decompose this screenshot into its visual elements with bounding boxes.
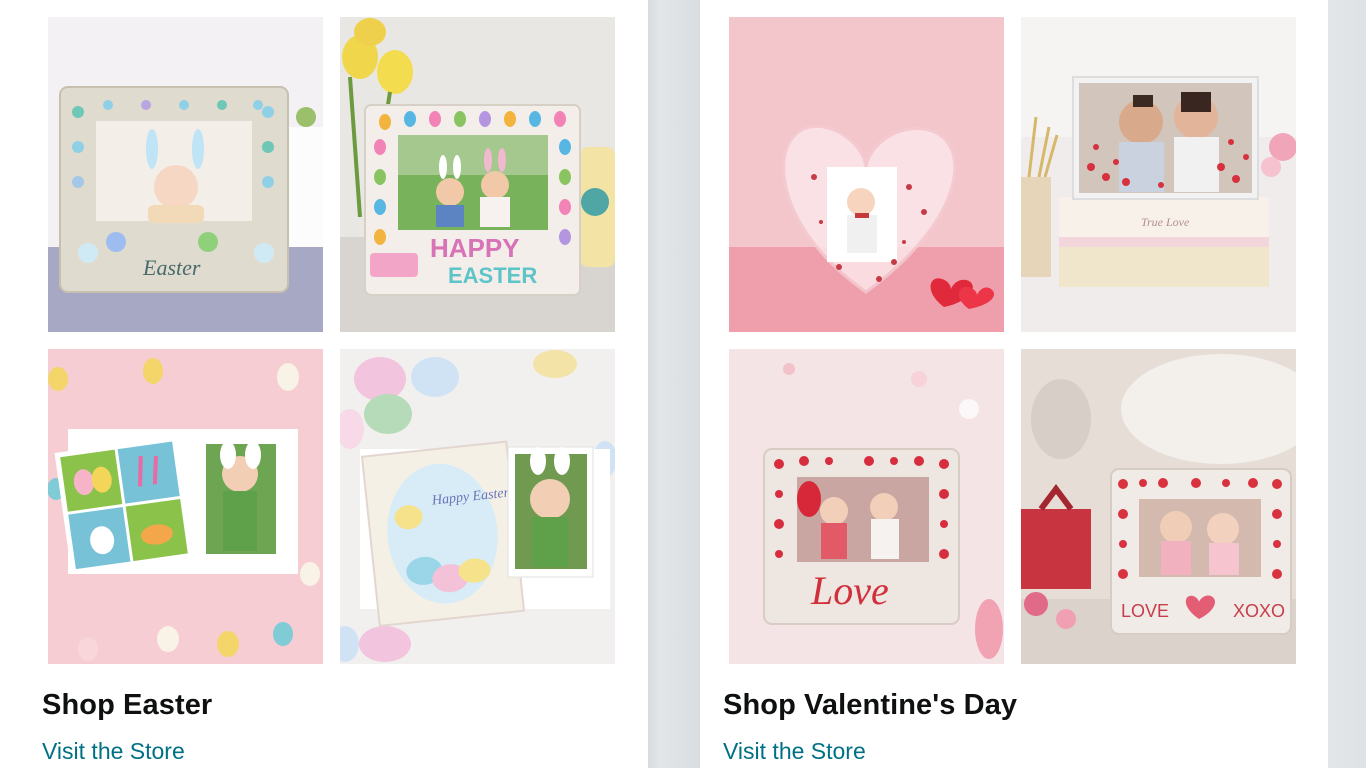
easter-card-girl-image: [48, 349, 323, 664]
easter-product-image-3[interactable]: [48, 349, 323, 664]
valentine-product-image-4[interactable]: LOVE XOXO: [1021, 349, 1296, 664]
valentine-product-image-2[interactable]: True Love: [1021, 17, 1296, 332]
easter-happy-frame-image: HAPPY EASTER: [340, 17, 615, 332]
book-text: True Love: [1141, 215, 1190, 229]
happy-text: HAPPY: [430, 233, 520, 263]
valentine-heart-globe-image: [729, 17, 1004, 332]
easter-product-image-1[interactable]: Easter: [48, 17, 323, 332]
valentine-xoxo-frame-image: LOVE XOXO: [1021, 349, 1296, 664]
shop-easter-title: Shop Easter: [42, 689, 213, 721]
easter-chick-card-image: Happy Easter: [340, 349, 615, 664]
love-label-text: LOVE: [1121, 601, 1169, 621]
love-text: Love: [810, 568, 889, 613]
easter-visit-store-link[interactable]: Visit the Store: [42, 738, 185, 765]
easter-frame-baby-image: Easter: [48, 17, 323, 332]
valentine-product-image-1[interactable]: [729, 17, 1004, 332]
valentine-visit-store-link[interactable]: Visit the Store: [723, 738, 866, 765]
shop-easter-card: Easter HAPPY EASTER Happy Easter Shop Ea…: [0, 0, 648, 768]
shop-valentines-title: Shop Valentine's Day: [723, 689, 1018, 721]
easter-text: EASTER: [448, 263, 537, 288]
easter-product-image-4[interactable]: Happy Easter: [340, 349, 615, 664]
xoxo-text: XOXO: [1233, 601, 1285, 621]
valentine-love-frame-image: Love: [729, 349, 1004, 664]
shop-valentines-card: True Love Love LOVE XOXO Shop Valentine'…: [700, 0, 1328, 768]
easter-product-image-2[interactable]: HAPPY EASTER: [340, 17, 615, 332]
valentine-product-image-3[interactable]: Love: [729, 349, 1004, 664]
valentine-couple-frame-image: True Love: [1021, 17, 1296, 332]
easter-frame-text: Easter: [142, 255, 201, 280]
column-gutter: [648, 0, 660, 768]
